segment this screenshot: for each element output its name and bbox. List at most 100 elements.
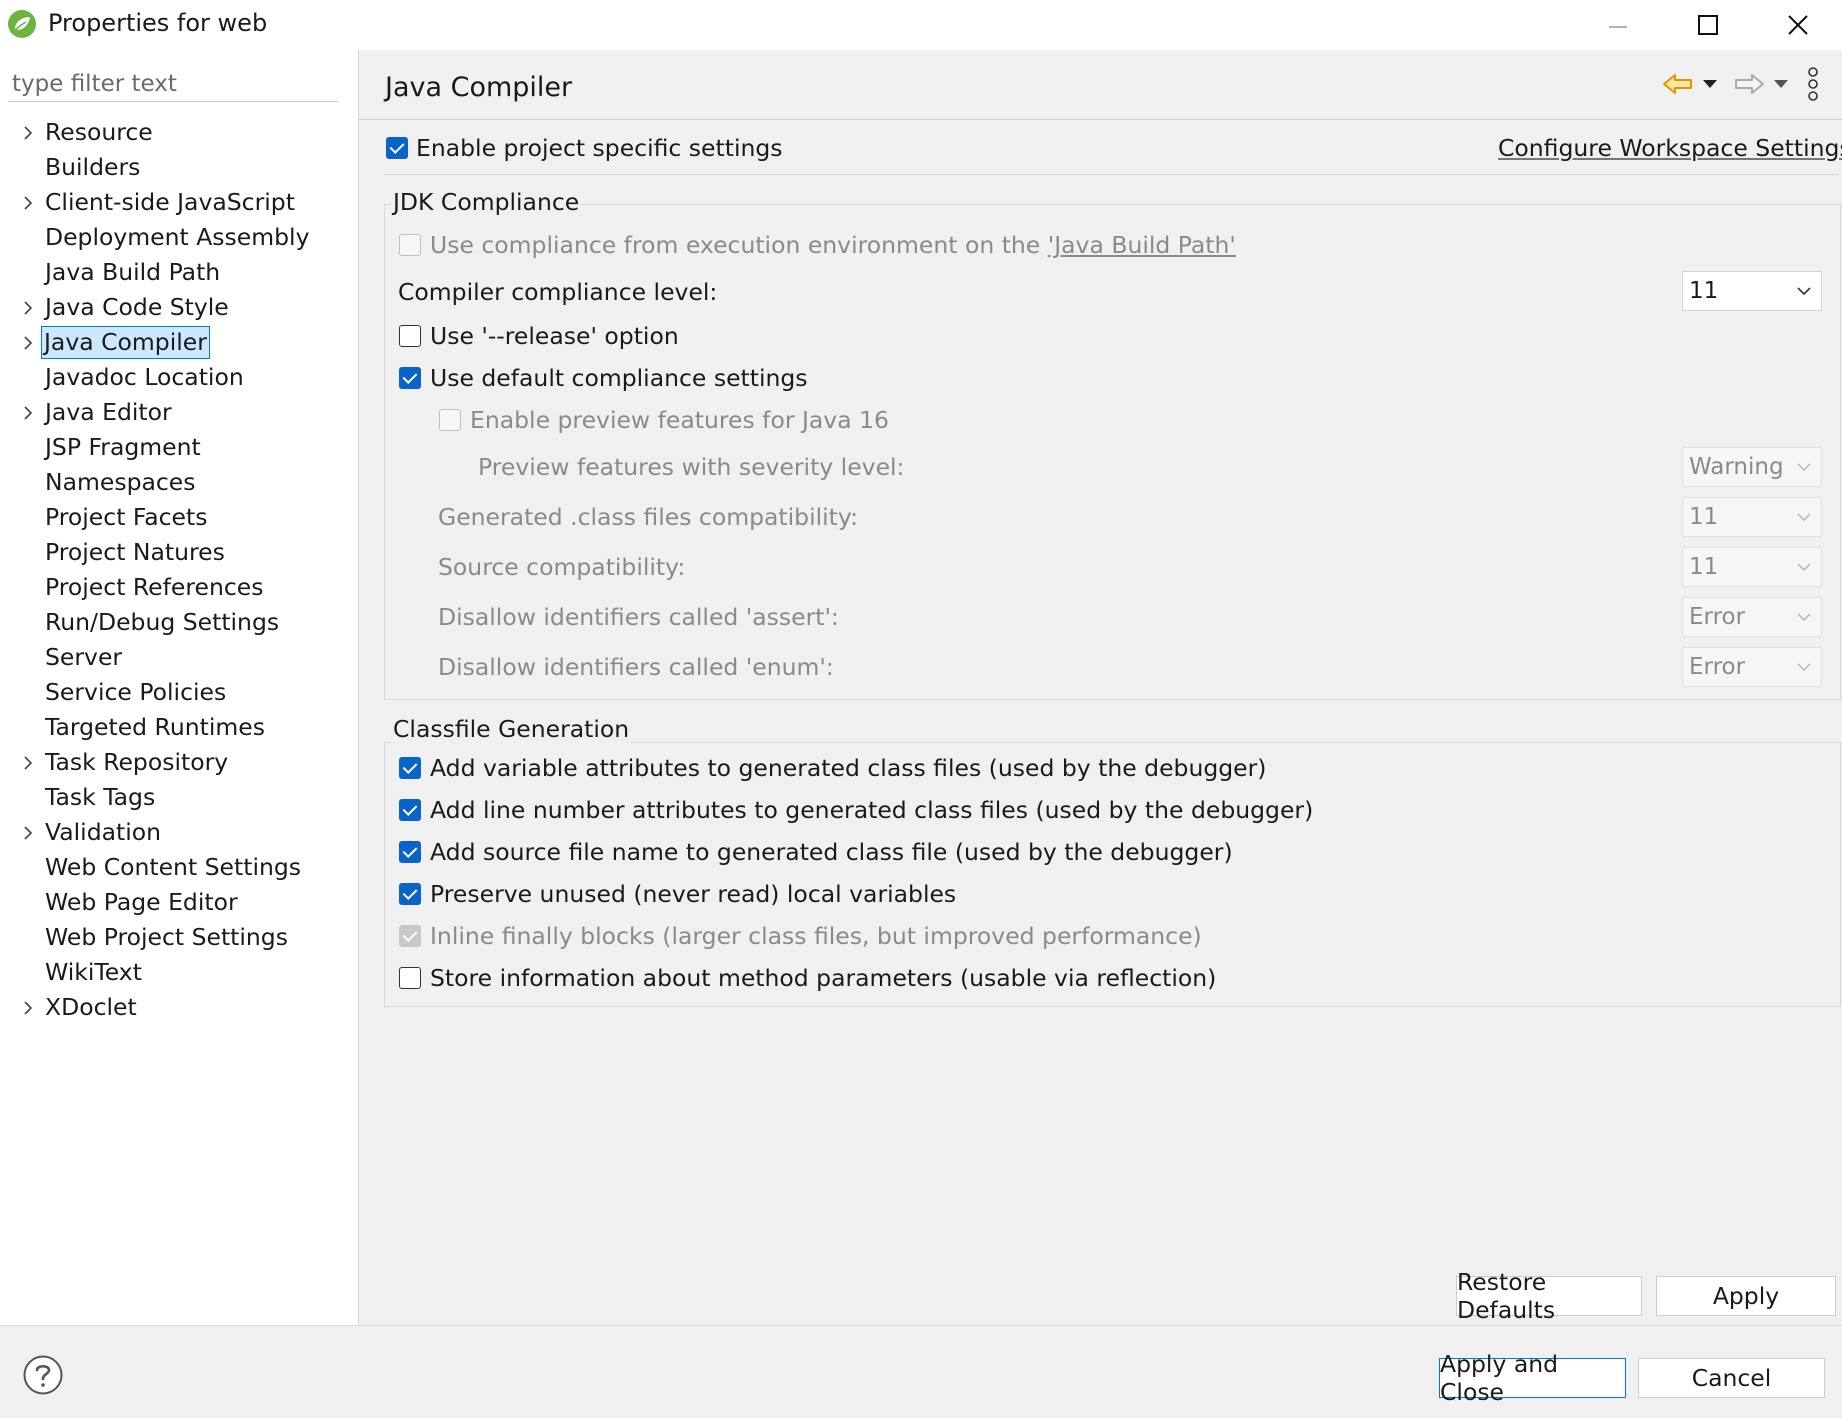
help-icon (23, 1355, 63, 1395)
enum-value: Error (1689, 654, 1746, 680)
sidebar-item[interactable]: Java Code Style (0, 290, 358, 325)
sidebar-item[interactable]: WikiText (0, 955, 358, 990)
back-arrow-icon (1663, 74, 1692, 94)
divider (384, 174, 1839, 175)
sidebar-item-label: Validation (45, 818, 162, 846)
forward-button[interactable] (1733, 64, 1765, 104)
sidebar-item[interactable]: Targeted Runtimes (0, 710, 358, 745)
sidebar-item[interactable]: Client-side JavaScript (0, 185, 358, 220)
sidebar-item-label: Web Content Settings (45, 853, 302, 881)
classfile-option-label: Preserve unused (never read) local varia… (430, 880, 957, 908)
classfile-generation-title: Classfile Generation (391, 715, 632, 743)
window-title: Properties for web (48, 9, 268, 37)
use-env-compliance-checkbox[interactable] (399, 234, 421, 256)
sidebar-item[interactable]: Run/Debug Settings (0, 605, 358, 640)
sidebar-item-label: Project References (45, 573, 264, 601)
classfile-option-label: Inline finally blocks (larger class file… (430, 922, 1202, 950)
sidebar-item-label: Run/Debug Settings (45, 608, 280, 636)
sidebar-item-label: Project Natures (45, 538, 225, 566)
sidebar-item[interactable]: Project Natures (0, 535, 358, 570)
classfile-option-checkbox[interactable] (399, 883, 421, 905)
sidebar-item[interactable]: Project References (0, 570, 358, 605)
sidebar-item[interactable]: Service Policies (0, 675, 358, 710)
chevron-right-icon[interactable] (18, 395, 38, 430)
sidebar-item-label: WikiText (45, 958, 142, 986)
sidebar-item[interactable]: Java Compiler (0, 325, 358, 360)
enable-project-specific-checkbox[interactable] (386, 137, 408, 159)
apply-and-close-button[interactable]: Apply and Close (1439, 1350, 1626, 1406)
sidebar-item[interactable]: Javadoc Location (0, 360, 358, 395)
source-compat-select[interactable]: 11 (1682, 547, 1822, 587)
sidebar-item[interactable]: XDoclet (0, 990, 358, 1025)
source-compat-value: 11 (1689, 554, 1719, 580)
compliance-level-select[interactable]: 11 (1682, 271, 1822, 311)
maximize-button[interactable] (1662, 0, 1754, 50)
back-menu-button[interactable] (1702, 64, 1718, 104)
generated-class-select[interactable]: 11 (1682, 497, 1822, 537)
sidebar-item-label: JSP Fragment (45, 433, 201, 461)
apply-button[interactable]: Apply (1656, 1276, 1836, 1316)
sidebar-item[interactable]: JSP Fragment (0, 430, 358, 465)
configure-workspace-link[interactable]: Configure Workspace Settings... (1498, 134, 1842, 162)
minimize-icon (1609, 26, 1627, 28)
java-build-path-link[interactable]: 'Java Build Path' (1048, 231, 1236, 259)
generated-class-label: Generated .class files compatibility: (438, 503, 859, 531)
enable-preview-checkbox[interactable] (439, 409, 461, 431)
sidebar-item[interactable]: Namespaces (0, 465, 358, 500)
sidebar-item[interactable]: Java Editor (0, 395, 358, 430)
cancel-button[interactable]: Cancel (1638, 1358, 1825, 1398)
chevron-right-icon[interactable] (18, 185, 38, 220)
enum-select[interactable]: Error (1682, 647, 1822, 687)
classfile-option-checkbox[interactable] (399, 967, 421, 989)
chevron-right-icon[interactable] (18, 115, 38, 150)
sidebar-item-label: Task Tags (45, 783, 156, 811)
filter-input[interactable] (8, 66, 338, 102)
sidebar-item[interactable]: Project Facets (0, 500, 358, 535)
assert-select[interactable]: Error (1682, 597, 1822, 637)
back-button[interactable] (1662, 64, 1694, 104)
chevron-right-icon[interactable] (18, 745, 38, 780)
sidebar-item[interactable]: Java Build Path (0, 255, 358, 290)
chevron-down-icon (1797, 663, 1811, 672)
classfile-option-label: Store information about method parameter… (430, 964, 1217, 992)
chevron-down-icon (1797, 287, 1811, 296)
sidebar-item[interactable]: Task Tags (0, 780, 358, 815)
sidebar-item[interactable]: Validation (0, 815, 358, 850)
preview-severity-select[interactable]: Warning (1682, 447, 1822, 487)
classfile-option-checkbox[interactable] (399, 757, 421, 779)
minimize-button[interactable] (1572, 0, 1664, 50)
generated-class-value: 11 (1689, 504, 1719, 530)
header-separator (359, 119, 1842, 120)
sidebar-item-label: Task Repository (45, 748, 229, 776)
sidebar-item[interactable]: Web Project Settings (0, 920, 358, 955)
forward-menu-button[interactable] (1773, 64, 1789, 104)
forward-menu-icon (1774, 80, 1788, 88)
sidebar-item-label: Deployment Assembly (45, 223, 310, 251)
sidebar-item[interactable]: Deployment Assembly (0, 220, 358, 255)
chevron-right-icon[interactable] (18, 325, 38, 360)
help-button[interactable] (22, 1354, 64, 1400)
sidebar-item[interactable]: Task Repository (0, 745, 358, 780)
sidebar-item[interactable]: Server (0, 640, 358, 675)
page-title: Java Compiler (385, 72, 573, 103)
sidebar-item-label: Namespaces (45, 468, 196, 496)
close-button[interactable] (1752, 0, 1842, 50)
classfile-option-checkbox[interactable] (399, 841, 421, 863)
preview-severity-label: Preview features with severity level: (478, 453, 905, 481)
sidebar-item-label: Java Editor (45, 398, 172, 426)
chevron-right-icon[interactable] (18, 990, 38, 1025)
sidebar-item[interactable]: Builders (0, 150, 358, 185)
sidebar-item[interactable]: Resource (0, 115, 358, 150)
more-options-button[interactable] (1806, 64, 1820, 104)
sidebar-item[interactable]: Web Page Editor (0, 885, 358, 920)
chevron-down-icon (1797, 563, 1811, 572)
chevron-right-icon[interactable] (18, 290, 38, 325)
release-option-checkbox[interactable] (399, 325, 421, 347)
classfile-option-checkbox[interactable] (399, 799, 421, 821)
assert-label: Disallow identifiers called 'assert': (438, 603, 839, 631)
sidebar-item[interactable]: Web Content Settings (0, 850, 358, 885)
restore-defaults-button[interactable]: Restore Defaults (1456, 1268, 1642, 1324)
use-default-compliance-checkbox[interactable] (399, 367, 421, 389)
classfile-option-checkbox[interactable] (399, 925, 421, 947)
chevron-right-icon[interactable] (18, 815, 38, 850)
